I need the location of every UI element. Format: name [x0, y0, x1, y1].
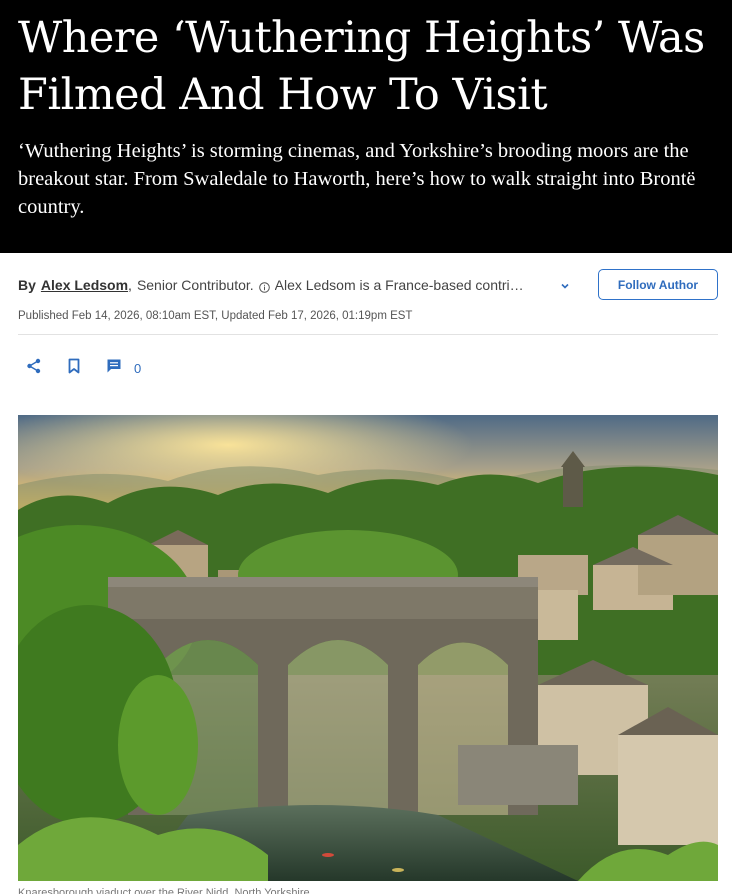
publish-dates: Published Feb 14, 2026, 08:10am EST, Upd…	[18, 310, 413, 322]
image-caption: Knaresborough viaduct over the River Nid…	[18, 887, 310, 894]
comment-icon	[106, 358, 122, 379]
chevron-down-icon[interactable]	[556, 277, 574, 295]
share-button[interactable]	[25, 358, 43, 378]
author-role: Senior Contributor.	[136, 277, 254, 293]
follow-author-button[interactable]: Follow Author	[598, 269, 718, 300]
author-bio: Alex Ledsom is a France-based contributo…	[274, 277, 530, 293]
comments-button[interactable]: 0	[106, 358, 141, 378]
by-label: By	[18, 277, 36, 293]
hero-image	[18, 415, 718, 881]
comment-count: 0	[134, 360, 142, 376]
headline: Where ‘Wuthering Heights’ Was Filmed And…	[18, 13, 705, 120]
info-icon	[258, 280, 270, 293]
divider	[18, 334, 718, 335]
share-icon	[25, 357, 43, 380]
author-link[interactable]: Alex Ledsom	[41, 277, 128, 293]
article-hero: Where ‘Wuthering Heights’ Was Filmed And…	[0, 0, 732, 253]
byline: By Alex Ledsom , Senior Contributor. Ale…	[18, 275, 578, 295]
article-dek: ‘Wuthering Heights’ is storming cinemas,…	[18, 140, 696, 218]
byline-comma: ,	[128, 277, 132, 293]
bookmark-icon	[65, 357, 83, 380]
save-button[interactable]	[65, 358, 83, 378]
